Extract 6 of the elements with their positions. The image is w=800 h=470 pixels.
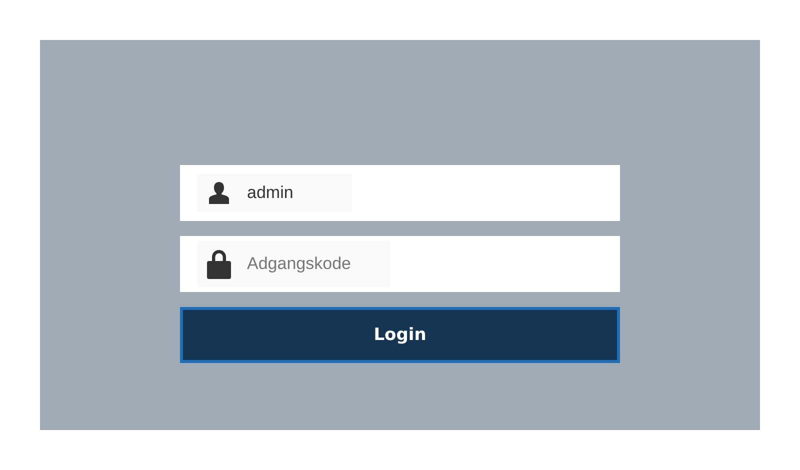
lock-icon: [207, 249, 231, 279]
username-field[interactable]: admin: [197, 174, 352, 212]
password-field[interactable]: Adgangskode: [197, 241, 390, 287]
password-input[interactable]: Adgangskode: [247, 254, 372, 274]
login-button[interactable]: Login: [180, 307, 620, 363]
user-icon: [207, 181, 231, 205]
